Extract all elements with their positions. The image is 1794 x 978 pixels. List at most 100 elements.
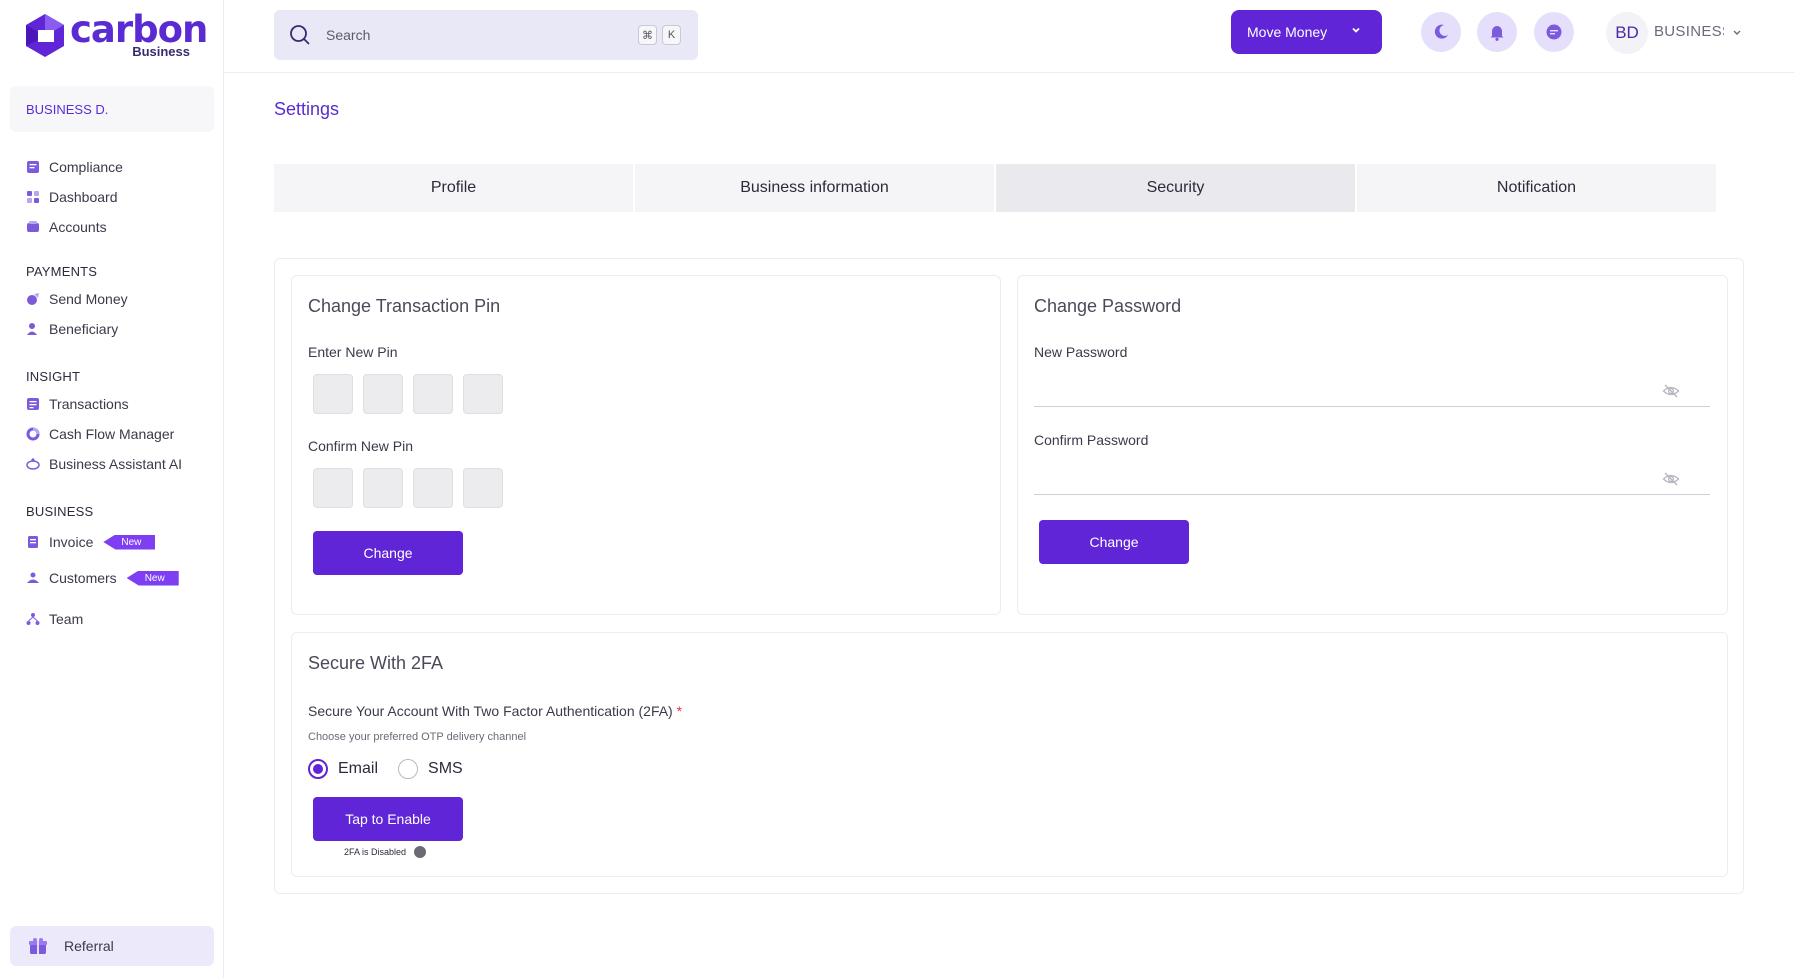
theme-toggle-button[interactable] (1421, 12, 1461, 52)
change-password-title: Change Password (1034, 296, 1182, 316)
twofa-status-text: 2FA is Disabled (344, 847, 407, 857)
pin-digit-input[interactable] (313, 374, 353, 414)
chat-icon (1546, 24, 1562, 40)
sms-radio[interactable] (398, 759, 419, 779)
change-pin-card: Change Transaction Pin Enter New Pin Con… (291, 275, 1001, 615)
change-pin-title: Change Transaction Pin (308, 296, 501, 316)
account-name[interactable]: BUSINESS D. (1654, 23, 1724, 40)
email-option-label[interactable]: Email (338, 760, 378, 778)
referral-button[interactable]: Referral (10, 926, 214, 966)
section-insight: INSIGHT (26, 369, 81, 384)
send-icon (27, 293, 39, 305)
sidebar-item-accounts[interactable]: Accounts (26, 217, 107, 237)
section-payments: PAYMENTS (26, 264, 98, 279)
new-pin-label: Enter New Pin (308, 344, 398, 360)
sidebar-item-label: Compliance (49, 159, 123, 175)
app-root: carbon Business BUSINESS D. Compliance D… (0, 0, 1794, 978)
twofa-question: Secure Your Account With Two Factor Auth… (308, 703, 682, 719)
carbon-logo-icon (26, 14, 64, 57)
sidebar-item-send-money[interactable]: Send Money (26, 289, 128, 309)
sidebar-item-compliance[interactable]: Compliance (26, 157, 123, 177)
required-mark: * (676, 703, 683, 719)
document-icon (27, 161, 39, 173)
sidebar-item-label: Transactions (49, 396, 129, 412)
chevron-down-icon[interactable] (1732, 27, 1742, 37)
eye-off-icon[interactable] (1662, 382, 1680, 400)
chevron-down-icon (1352, 27, 1360, 33)
twofa-helper-text: Choose your preferred OTP delivery chann… (308, 731, 527, 743)
sidebar-item-cash-flow-manager[interactable]: Cash Flow Manager (26, 424, 174, 444)
customers-icon (27, 572, 39, 583)
sms-option-label[interactable]: SMS (428, 760, 463, 778)
list-icon (27, 398, 39, 410)
chart-ring-icon (26, 427, 40, 441)
avatar[interactable]: BD (1606, 12, 1648, 54)
messages-button[interactable] (1534, 12, 1574, 52)
pin-digit-input[interactable] (363, 374, 403, 414)
move-money-label: Move Money (1247, 24, 1328, 40)
sidebar-item-beneficiary[interactable]: Beneficiary (26, 319, 118, 339)
gift-icon (29, 938, 47, 954)
confirm-password-label: Confirm Password (1034, 432, 1149, 448)
search-placeholder: Search (326, 27, 371, 43)
pin-digit-input[interactable] (313, 468, 353, 508)
pin-digit-input[interactable] (463, 374, 503, 414)
business-switcher[interactable]: BUSINESS D. (10, 86, 214, 132)
new-pin-inputs (313, 374, 513, 414)
tab-security[interactable]: Security (996, 164, 1355, 212)
settings-tabs: Profile Business information Security No… (274, 164, 1716, 212)
sidebar-item-customers[interactable]: Customers New (26, 568, 179, 588)
sidebar-item-transactions[interactable]: Transactions (26, 394, 129, 414)
confirm-pin-label: Confirm New Pin (308, 438, 414, 454)
moon-icon (1434, 24, 1448, 39)
confirm-password-field[interactable] (1034, 494, 1710, 495)
eye-off-icon[interactable] (1662, 470, 1680, 488)
email-radio[interactable] (308, 759, 328, 779)
sidebar-item-invoice[interactable]: Invoice New (26, 532, 156, 552)
sidebar-item-business-assistant[interactable]: Business Assistant AI (26, 454, 182, 474)
sidebar-item-label: Business Assistant AI (49, 456, 183, 472)
tab-business-information[interactable]: Business information (635, 164, 994, 212)
section-business: BUSINESS (26, 504, 94, 519)
user-icon (27, 323, 37, 335)
brand-logo[interactable]: carbon Business (24, 8, 208, 62)
change-password-card: Change Password New Password Confirm Pas… (1017, 275, 1728, 615)
pin-digit-input[interactable] (463, 468, 503, 508)
twofa-card: Secure With 2FA Secure Your Account With… (291, 632, 1728, 877)
enable-2fa-button[interactable]: Tap to Enable (313, 797, 463, 841)
top-bar: Search ⌘ K Move Money BD BUSINESS D. (224, 0, 1794, 73)
pin-digit-input[interactable] (413, 468, 453, 508)
security-panel: Change Transaction Pin Enter New Pin Con… (274, 258, 1744, 894)
referral-label: Referral (64, 938, 114, 954)
sidebar-item-label: Send Money (49, 291, 128, 307)
ai-icon (26, 458, 40, 470)
sidebar-item-team[interactable]: Team (26, 609, 83, 629)
sidebar: carbon Business BUSINESS D. Compliance D… (0, 0, 224, 978)
tab-notification[interactable]: Notification (1357, 164, 1716, 212)
kbd-k: K (662, 25, 681, 45)
move-money-button[interactable]: Move Money (1231, 10, 1382, 54)
sidebar-item-dashboard[interactable]: Dashboard (26, 187, 118, 207)
bell-icon (1490, 26, 1504, 41)
sidebar-item-label: Beneficiary (49, 321, 119, 337)
otp-channel-options: Email SMS (308, 759, 463, 779)
twofa-title: Secure With 2FA (308, 653, 444, 673)
sidebar-item-label: Accounts (49, 219, 107, 235)
twofa-question-text: Secure Your Account With Two Factor Auth… (308, 703, 673, 719)
sidebar-item-label: Dashboard (49, 189, 118, 205)
kbd-cmd: ⌘ (638, 25, 657, 45)
new-password-label: New Password (1034, 344, 1128, 360)
wallet-icon (27, 221, 39, 232)
new-password-field[interactable] (1034, 406, 1710, 407)
pin-digit-input[interactable] (413, 374, 453, 414)
new-badge: New (103, 534, 156, 550)
pin-digit-input[interactable] (363, 468, 403, 508)
change-password-button[interactable]: Change (1039, 520, 1189, 564)
sidebar-item-label: Invoice (49, 534, 94, 550)
team-icon (26, 613, 40, 625)
notifications-button[interactable] (1477, 12, 1517, 52)
search-input[interactable]: Search ⌘ K (274, 10, 698, 60)
confirm-pin-inputs (313, 468, 513, 508)
change-pin-button[interactable]: Change (313, 531, 463, 575)
tab-profile[interactable]: Profile (274, 164, 633, 212)
